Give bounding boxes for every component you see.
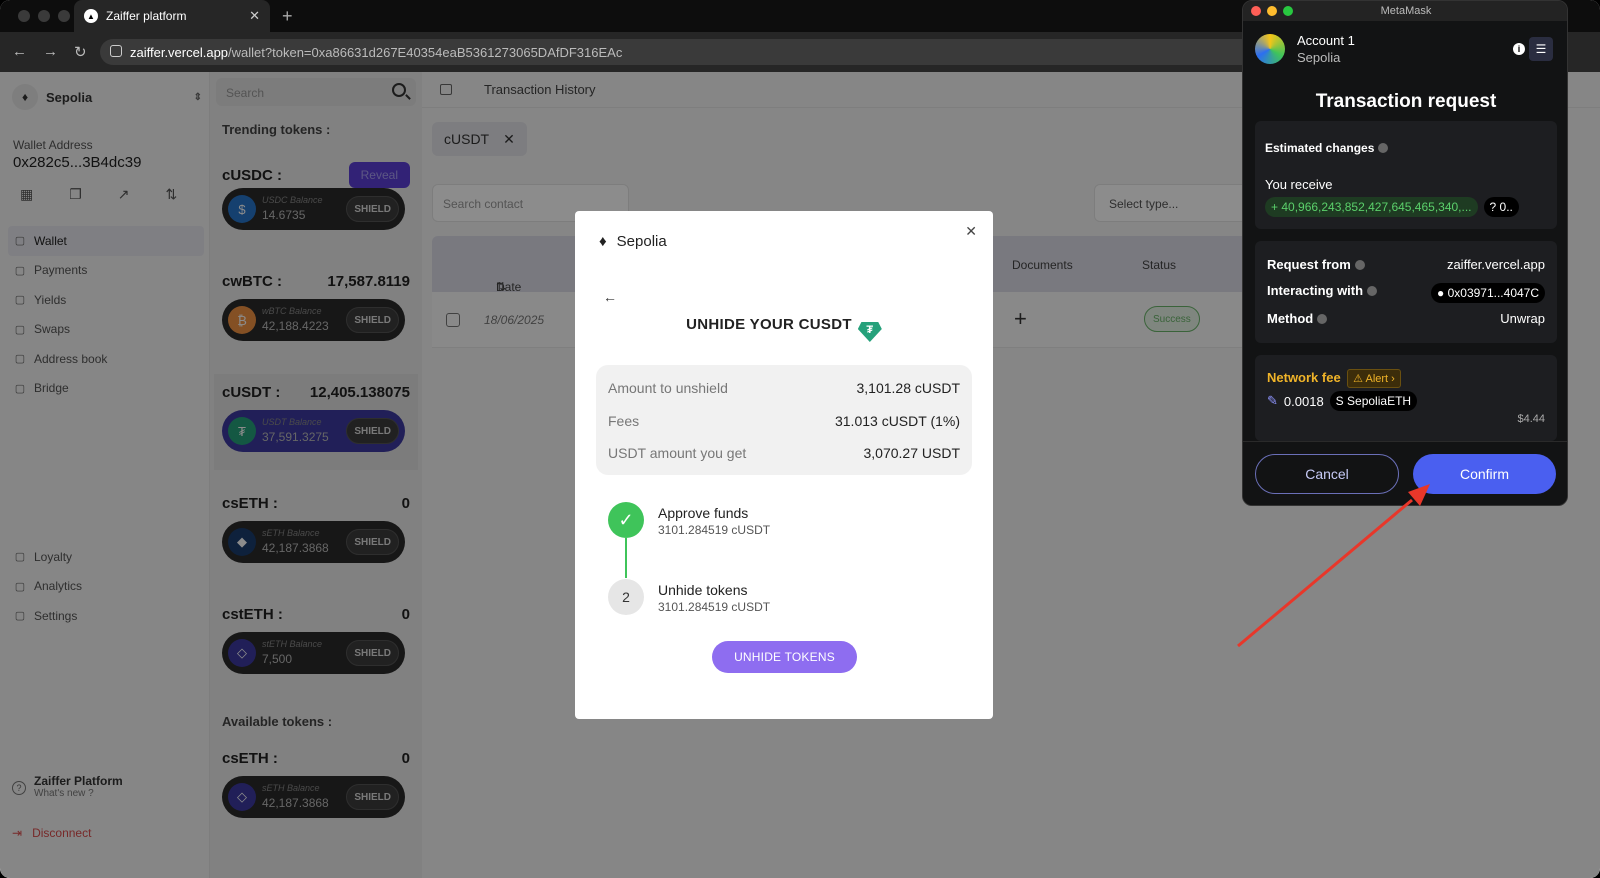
interacting-with-row: Interacting with ● 0x03971...4047C — [1267, 283, 1545, 303]
metamask-window-title: MetaMask — [1380, 5, 1432, 17]
browser-tab[interactable]: ▲ Zaiffer platform ✕ — [74, 0, 270, 32]
request-from-key: Request from — [1267, 257, 1351, 272]
request-from-value: zaiffer.vercel.app — [1446, 257, 1545, 272]
address-bar[interactable]: zaiffer.vercel.app/wallet?token=0xa86631… — [100, 39, 1280, 65]
fee-token: S SepoliaETH — [1329, 391, 1418, 411]
window-controls[interactable] — [18, 10, 70, 22]
step-title: Unhide tokens — [658, 582, 748, 598]
interacting-label: Interacting with — [1267, 283, 1378, 303]
method-row: Method Unwrap — [1267, 311, 1545, 326]
ethereum-icon: ♦ — [599, 233, 607, 250]
unshield-summary: Amount to unshield 3,101.28 cUSDT Fees 31.… — [596, 365, 972, 475]
back-icon[interactable]: ← — [12, 43, 27, 61]
contract-address[interactable]: ● 0x03971...4047C — [1431, 283, 1545, 303]
metamask-popup: MetaMask Account 1 Sepolia i ☰ Transactio… — [1242, 0, 1568, 506]
tether-icon: ₮ — [857, 322, 882, 342]
step-approve: ✓ Approve funds 3101.284519 cUSDT — [608, 502, 770, 538]
request-from-row: Request from zaiffer.vercel.app — [1267, 257, 1545, 272]
summary-value: 3,101.28 cUSDT — [856, 380, 961, 396]
request-from-label: Request from — [1267, 257, 1365, 272]
account-network: Sepolia — [1297, 50, 1341, 65]
interacting-key: Interacting with — [1267, 283, 1364, 298]
you-receive-label: You receive — [1265, 177, 1333, 192]
tab-title: Zaiffer platform — [106, 9, 187, 23]
modal-title-text: UNHIDE YOUR CUSDT — [686, 316, 852, 333]
network-fee-row: Network fee ⚠ Alert › — [1267, 369, 1401, 388]
estimated-changes-box: Estimated changes You receive + 40,966,2… — [1255, 121, 1557, 229]
method-value: Unwrap — [1500, 311, 1545, 326]
info-icon[interactable]: i — [1513, 43, 1525, 55]
receive-row: + 40,966,243,852,427,645,465,340,... ? 0… — [1265, 197, 1519, 217]
fee-usd: $4.44 — [1517, 413, 1545, 425]
receive-amount: + 40,966,243,852,427,645,465,340,... — [1265, 197, 1478, 217]
edit-gas-icon[interactable]: ✎ — [1267, 393, 1278, 409]
summary-value: 3,070.27 USDT — [863, 445, 961, 461]
site-info-icon[interactable] — [110, 45, 122, 57]
arrow-shaft — [1237, 498, 1413, 648]
reload-icon[interactable]: ↻ — [74, 43, 87, 61]
unhide-tokens-button[interactable]: UNHIDE TOKENS — [712, 641, 857, 673]
account-avatar — [1255, 34, 1285, 64]
checkmark-icon: ✓ — [608, 502, 644, 538]
fee-amount: 0.0018 — [1283, 393, 1324, 409]
step-number: 2 — [608, 579, 644, 615]
method-key: Method — [1267, 311, 1314, 326]
modal-title: UNHIDE YOUR CUSDT ₮ — [575, 316, 993, 342]
fee-amount-row: ✎ 0.0018 S SepoliaETH — [1267, 391, 1418, 411]
modal-network: ♦ Sepolia — [599, 233, 667, 250]
settings-sliders-icon[interactable]: ☰ — [1529, 37, 1553, 61]
arrow-head — [1408, 484, 1430, 506]
close-icon[interactable]: ✕ — [965, 223, 977, 240]
request-details-box: Request from zaiffer.vercel.app Interacti… — [1255, 241, 1557, 343]
site-favicon-icon: ▲ — [84, 9, 98, 23]
summary-key: Fees — [608, 413, 640, 429]
summary-row: Fees 31.013 cUSDT (1%) — [608, 413, 960, 429]
receive-token-label: 0.. — [1499, 200, 1513, 214]
warning-icon: ⚠ — [1353, 373, 1364, 385]
network-fee-box: Network fee ⚠ Alert › ✎ 0.0018 S Sepolia… — [1255, 355, 1557, 441]
network-fee-label: Network fee — [1267, 370, 1341, 385]
unknown-token-icon: ? — [1489, 200, 1497, 214]
step-unhide: 2 Unhide tokens 3101.284519 cUSDT — [608, 579, 770, 615]
summary-key: USDT amount you get — [608, 445, 747, 461]
summary-key: Amount to unshield — [608, 380, 728, 396]
chevron-right-icon: › — [1391, 373, 1395, 385]
info-icon[interactable] — [1367, 286, 1378, 296]
unhide-modal: ♦ Sepolia ✕ ← UNHIDE YOUR CUSDT ₮ Amount … — [575, 211, 993, 719]
sepolia-token-icon: S — [1335, 394, 1344, 408]
estimated-changes-label: Estimated changes — [1265, 141, 1389, 155]
transaction-request-title: Transaction request — [1315, 91, 1497, 112]
fee-token-label: SepoliaETH — [1347, 394, 1412, 408]
new-tab-icon[interactable]: + — [282, 6, 293, 27]
close-tab-icon[interactable]: ✕ — [249, 8, 260, 24]
metamask-titlebar: MetaMask — [1243, 1, 1567, 21]
method-label: Method — [1267, 311, 1328, 326]
summary-value: 31.013 cUSDT (1%) — [834, 413, 960, 429]
info-icon[interactable] — [1354, 260, 1365, 270]
modal-network-name: Sepolia — [616, 233, 667, 250]
step-amount: 3101.284519 cUSDT — [658, 523, 771, 537]
summary-row: USDT amount you get 3,070.27 USDT — [608, 445, 960, 461]
summary-row: Amount to unshield 3,101.28 cUSDT — [608, 380, 960, 396]
estimated-changes-text: Estimated changes — [1265, 141, 1375, 155]
contract-avatar-icon: ● — [1437, 286, 1445, 300]
url-host: zaiffer.vercel.app — [130, 44, 229, 60]
info-icon[interactable] — [1378, 143, 1389, 153]
receive-token[interactable]: ? 0.. — [1483, 197, 1519, 217]
account-name: Account 1 — [1297, 33, 1355, 48]
alert-label: Alert — [1365, 373, 1389, 385]
annotation-arrow — [1237, 484, 1430, 648]
step-title: Approve funds — [658, 505, 749, 521]
alert-badge[interactable]: ⚠ Alert › — [1347, 369, 1401, 388]
account-info: Account 1 Sepolia — [1255, 33, 1355, 65]
back-arrow-icon[interactable]: ← — [603, 289, 617, 305]
info-icon[interactable] — [1317, 314, 1328, 324]
forward-icon[interactable]: → — [43, 43, 58, 61]
step-connector — [625, 538, 627, 578]
url-path: /wallet?token=0xa86631d267E40354eaB53612… — [228, 44, 623, 60]
contract-address-value: 0x03971...4047C — [1447, 286, 1539, 300]
step-amount: 3101.284519 cUSDT — [658, 600, 771, 614]
